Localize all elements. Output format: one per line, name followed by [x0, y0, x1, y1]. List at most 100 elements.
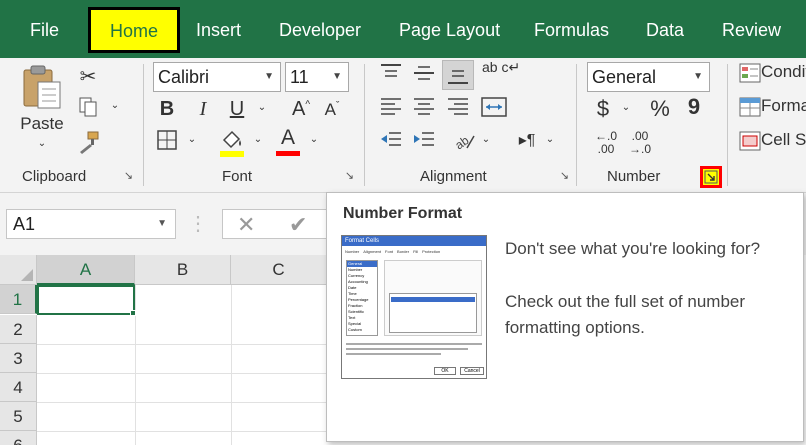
fill-color-dropdown-icon[interactable]: ⌄ — [252, 134, 264, 145]
alignment-dialog-launcher-icon[interactable]: ↘ — [558, 171, 571, 184]
gridline — [37, 373, 327, 374]
copy-dropdown-icon[interactable]: ⌄ — [108, 100, 122, 111]
preview-category-list: General Number Currency Accounting Date Time P… — [346, 260, 378, 336]
middle-align-icon[interactable] — [411, 62, 437, 86]
format-as-table-button[interactable]: Format as Table — [739, 96, 806, 120]
tab-file[interactable]: File — [30, 10, 59, 50]
conditional-formatting-button[interactable]: Conditional Formatting — [739, 62, 806, 86]
currency-button[interactable]: $ — [592, 96, 614, 122]
tab-developer[interactable]: Developer — [279, 10, 361, 50]
font-color-icon[interactable]: A — [274, 126, 302, 156]
gridline — [37, 344, 327, 345]
comma-style-button[interactable]: 9 — [686, 94, 702, 120]
format-painter-icon[interactable] — [76, 130, 100, 154]
column-header-b[interactable]: B — [135, 255, 231, 285]
increase-decimal-bottom: .00 — [597, 142, 615, 156]
tab-review[interactable]: Review — [722, 10, 781, 50]
copy-icon[interactable] — [76, 96, 100, 118]
chevron-down-icon: ▼ — [264, 71, 274, 82]
gridline — [135, 285, 136, 445]
group-divider — [364, 64, 365, 186]
conditional-formatting-label: Conditional Formatting — [761, 62, 806, 81]
row-header-4[interactable]: 4 — [0, 373, 37, 402]
align-center-icon[interactable] — [411, 96, 437, 120]
preview-tab: Fill — [413, 249, 419, 254]
borders-icon[interactable] — [156, 130, 178, 152]
preview-cancel-button: Cancel — [460, 367, 484, 375]
column-header-c[interactable]: C — [231, 255, 327, 285]
text-direction-icon[interactable]: ▸¶ — [514, 130, 540, 154]
bottom-align-icon[interactable] — [442, 60, 474, 90]
align-left-icon[interactable] — [378, 96, 404, 120]
preview-ok-button: OK — [434, 367, 456, 375]
number-format-value: General — [592, 67, 657, 87]
number-format-dialog-launcher-icon[interactable] — [700, 166, 722, 188]
italic-button[interactable]: I — [192, 98, 214, 121]
orientation-dropdown-icon[interactable]: ⌄ — [480, 134, 492, 145]
tab-formulas[interactable]: Formulas — [534, 10, 609, 50]
decrease-decimal-button[interactable]: .00 →.0 — [626, 130, 654, 156]
format-as-table-label: Format as Table — [761, 96, 806, 115]
merge-center-icon[interactable] — [480, 96, 508, 120]
tab-home[interactable]: Home — [88, 7, 180, 53]
preview-tab: Alignment — [363, 249, 382, 254]
underline-dropdown-icon[interactable]: ⌄ — [256, 102, 268, 113]
paste-label[interactable]: Paste — [14, 114, 70, 134]
text-direction-dropdown-icon[interactable]: ⌄ — [544, 134, 556, 145]
select-all-corner[interactable] — [0, 255, 37, 285]
group-divider — [727, 64, 728, 186]
tooltip-title: Number Format — [343, 205, 463, 222]
increase-font-size-button[interactable]: A^ — [288, 98, 314, 121]
fill-handle[interactable] — [130, 310, 136, 316]
currency-dropdown-icon[interactable]: ⌄ — [620, 102, 632, 113]
cell-styles-button[interactable]: Cell Styles — [739, 130, 806, 154]
enter-icon[interactable]: ✔ — [289, 212, 307, 238]
shrink-font-letter: A — [324, 100, 336, 119]
paste-dropdown-icon[interactable]: ⌄ — [36, 138, 48, 149]
group-divider — [143, 64, 144, 186]
orientation-icon[interactable]: ab — [452, 130, 478, 154]
active-cell-a1[interactable] — [37, 285, 135, 315]
preview-selected-format — [391, 297, 475, 302]
decrease-indent-icon[interactable] — [378, 130, 404, 154]
borders-dropdown-icon[interactable]: ⌄ — [186, 134, 198, 145]
cut-icon[interactable]: ✂ — [76, 64, 100, 88]
row-header-2[interactable]: 2 — [0, 315, 37, 344]
increase-indent-icon[interactable] — [411, 130, 437, 154]
tab-insert[interactable]: Insert — [196, 10, 241, 50]
font-color-dropdown-icon[interactable]: ⌄ — [308, 134, 320, 145]
row-header-6[interactable]: 6 — [0, 431, 37, 445]
tab-data[interactable]: Data — [646, 10, 684, 50]
bold-button[interactable]: B — [156, 98, 178, 121]
clipboard-group-label: Clipboard — [22, 168, 87, 185]
underline-button[interactable]: U — [226, 98, 248, 121]
font-family-select[interactable]: Calibri ▼ — [153, 62, 281, 92]
decrease-font-size-button[interactable]: Aˇ — [320, 100, 344, 120]
preview-tab: Border — [397, 249, 410, 254]
top-align-icon[interactable] — [378, 62, 404, 86]
fill-color-icon[interactable] — [218, 128, 246, 158]
alignment-group-label: Alignment — [420, 168, 487, 185]
row-header-5[interactable]: 5 — [0, 402, 37, 431]
increase-decimal-button[interactable]: ←.0 .00 — [592, 130, 620, 156]
cancel-icon[interactable]: ✕ — [237, 212, 255, 238]
preview-tabs: Number Alignment Font Border Fill Protection — [345, 248, 485, 256]
font-dialog-launcher-icon[interactable]: ↘ — [343, 171, 356, 184]
paste-icon[interactable] — [20, 64, 64, 110]
clipboard-dialog-launcher-icon[interactable]: ↘ — [122, 171, 135, 184]
row-header-1[interactable]: 1 — [0, 285, 37, 314]
wrap-text-icon[interactable]: ab c↵ — [482, 60, 520, 88]
excel-window: File Home Insert Developer Page Layout F… — [0, 0, 806, 445]
percent-button[interactable]: % — [647, 96, 673, 122]
drag-handle-icon[interactable]: ⋮ — [188, 211, 208, 236]
tab-page-layout[interactable]: Page Layout — [399, 10, 500, 50]
number-format-select[interactable]: General ▼ — [587, 62, 710, 92]
column-header-a[interactable]: A — [37, 255, 135, 285]
row-header-3[interactable]: 3 — [0, 344, 37, 373]
name-box[interactable]: A1 ▼ — [6, 209, 176, 239]
preview-tab: Number — [345, 249, 360, 254]
font-size-select[interactable]: 11 ▼ — [285, 62, 349, 92]
align-right-icon[interactable] — [445, 96, 471, 120]
ribbon: Paste ⌄ ✂ ⌄ Clipboard ↘ Calibri ▼ 11 ▼ B… — [0, 58, 806, 193]
font-color-letter: A — [280, 126, 295, 149]
